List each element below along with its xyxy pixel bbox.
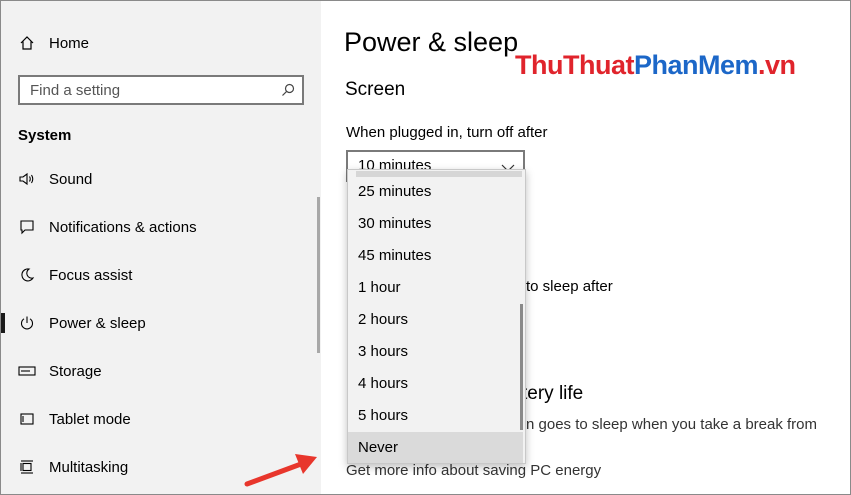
storage-icon — [17, 361, 37, 381]
sidebar: Home Find a setting System Sound Notific… — [1, 1, 321, 494]
active-indicator — [1, 313, 5, 333]
sidebar-item-label: Tablet mode — [49, 410, 131, 428]
dropdown-option[interactable]: 4 hours — [348, 368, 523, 400]
energy-info-link[interactable]: Get more info about saving PC energy — [346, 462, 601, 479]
red-arrow-annotation — [244, 454, 317, 487]
tablet-icon — [17, 409, 37, 429]
notification-icon — [17, 217, 37, 237]
dropdown-option[interactable]: 25 minutes — [348, 176, 523, 208]
sidebar-item-focus-assist[interactable]: Focus assist — [1, 255, 321, 295]
settings-window: Home Find a setting System Sound Notific… — [0, 0, 851, 495]
search-input[interactable]: Find a setting — [18, 75, 304, 105]
sidebar-item-label: Notifications & actions — [49, 218, 197, 236]
dropdown-scrollbar[interactable] — [520, 304, 523, 430]
sidebar-item-home[interactable]: Home — [1, 23, 321, 63]
multitasking-icon — [17, 457, 37, 477]
sidebar-item-label: Home — [49, 34, 90, 52]
dropdown-option-never[interactable]: Never — [348, 432, 523, 463]
home-icon — [17, 33, 37, 53]
section-title: System — [18, 127, 72, 144]
sidebar-item-power-sleep[interactable]: Power & sleep — [1, 303, 321, 343]
moon-icon — [17, 265, 37, 285]
dropdown-option[interactable]: 1 hour — [348, 272, 523, 304]
battery-description: n goes to sleep when you take a break fr… — [526, 416, 818, 433]
sleep-label: to sleep after — [526, 278, 613, 295]
watermark: ThuThuatPhanMem.vn — [515, 50, 796, 81]
sidebar-item-label: Power & sleep — [49, 314, 146, 332]
dropdown-option[interactable]: 45 minutes — [348, 240, 523, 272]
sidebar-scrollbar[interactable] — [317, 197, 320, 353]
sidebar-item-sound[interactable]: Sound — [1, 159, 321, 199]
screen-heading: Screen — [345, 79, 406, 100]
search-placeholder: Find a setting — [30, 82, 121, 99]
watermark-part: .vn — [758, 50, 796, 80]
dropdown-option[interactable]: 3 hours — [348, 336, 523, 368]
sidebar-item-label: Focus assist — [49, 266, 133, 284]
dropdown-option[interactable]: 5 hours — [348, 400, 523, 432]
sidebar-item-storage[interactable]: Storage — [1, 351, 321, 391]
dropdown-option[interactable]: 30 minutes — [348, 208, 523, 240]
search-icon — [280, 82, 296, 98]
page-title: Power & sleep — [344, 27, 519, 57]
power-icon — [17, 313, 37, 333]
timeout-dropdown-list: 25 minutes 30 minutes 45 minutes 1 hour … — [347, 169, 526, 464]
sidebar-item-notifications[interactable]: Notifications & actions — [1, 207, 321, 247]
sidebar-item-tablet-mode[interactable]: Tablet mode — [1, 399, 321, 439]
watermark-part: ThuThuat — [515, 50, 634, 80]
sidebar-item-label: Multitasking — [49, 458, 129, 476]
watermark-part: PhanMem — [633, 50, 759, 80]
battery-heading: tery life — [522, 383, 584, 404]
speaker-icon — [17, 169, 37, 189]
plugged-label: When plugged in, turn off after — [346, 124, 548, 141]
sidebar-item-label: Storage — [49, 362, 102, 380]
sidebar-item-label: Sound — [49, 170, 93, 188]
dropdown-option[interactable]: 2 hours — [348, 304, 523, 336]
